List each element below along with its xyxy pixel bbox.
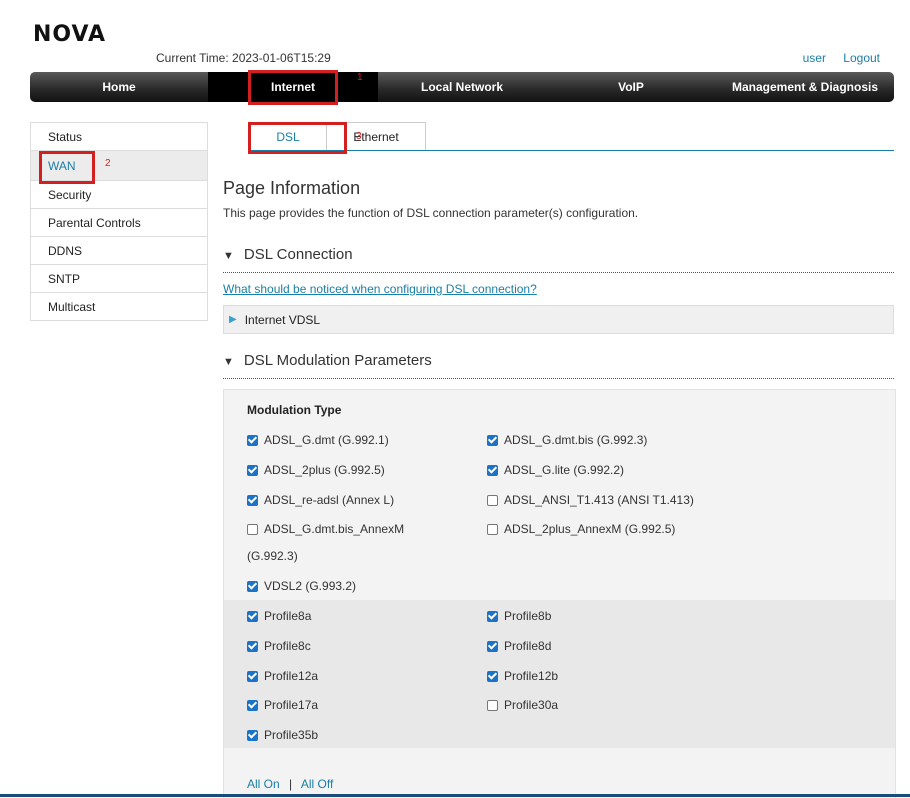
modulation-section[interactable]: ▼ DSL Modulation Parameters (223, 352, 894, 379)
all-off-link[interactable]: All Off (301, 777, 333, 791)
checkbox[interactable] (487, 523, 498, 535)
profile-label: Profile12a (264, 669, 319, 683)
dsl-help-link[interactable]: What should be noticed when configuring … (223, 282, 537, 296)
checkbox[interactable] (247, 494, 258, 506)
checkbox[interactable] (487, 494, 498, 506)
profile-item: Profile8a (247, 609, 311, 623)
page-description: This page provides the function of DSL c… (223, 206, 639, 220)
mod-type-label: ADSL_ANSI_T1.413 (ANSI T1.413) (504, 493, 694, 507)
main-nav: Home Internet Local Network VoIP Managem… (30, 72, 894, 102)
sidebar-item-security[interactable]: Security (31, 181, 207, 209)
mod-type-item: ADSL_2plus_AnnexM (G.992.5) (487, 522, 675, 536)
mod-type-item: ADSL_re-adsl (Annex L) (247, 493, 394, 507)
sidebar-item-ddns[interactable]: DDNS (31, 237, 207, 265)
profile-item: Profile17a (247, 698, 318, 712)
nav-home[interactable]: Home (30, 72, 208, 102)
profile-label: Profile17a (264, 698, 319, 712)
mod-type-item: VDSL2 (G.993.2) (247, 579, 356, 593)
profile-label: Profile8a (264, 609, 312, 623)
expand-triangle-icon: ▶ (229, 314, 237, 325)
checkbox[interactable] (487, 699, 498, 711)
sidebar-item-status[interactable]: Status (31, 123, 207, 151)
checkbox[interactable] (247, 434, 258, 446)
mod-type-label: ADSL_2plus (G.992.5) (264, 463, 385, 477)
annotation-number-1: 1 (357, 72, 363, 83)
mod-type-item: ADSL_G.dmt.bis (G.992.3) (487, 433, 647, 447)
mod-type-label: ADSL_re-adsl (Annex L) (264, 493, 395, 507)
mod-type-label: ADSL_G.dmt.bis (G.992.3) (504, 433, 648, 447)
mod-type-label: ADSL_G.dmt.bis_AnnexM (264, 522, 405, 536)
checkbox[interactable] (487, 434, 498, 446)
mod-type-label-cont: (G.992.3) (247, 549, 298, 563)
mod-type-item: ADSL_ANSI_T1.413 (ANSI T1.413) (487, 493, 694, 507)
checkbox[interactable] (487, 610, 498, 622)
page-title: Page Information (223, 178, 361, 198)
checkbox[interactable] (247, 640, 258, 652)
profile-item: Profile12b (487, 669, 558, 683)
logout-link[interactable]: Logout (843, 51, 880, 65)
profile-item: Profile35b (247, 728, 318, 742)
checkbox[interactable] (247, 729, 258, 741)
modulation-heading: DSL Modulation Parameters (243, 352, 432, 369)
user-link[interactable]: user (803, 51, 826, 65)
mod-type-item: ADSL_2plus (G.992.5) (247, 463, 385, 477)
all-toggle-links: All On | All Off (247, 777, 333, 791)
profile-label: Profile30a (504, 698, 559, 712)
checkbox[interactable] (487, 640, 498, 652)
annotation-box-internet (248, 70, 338, 105)
annotation-box-wan (39, 151, 95, 184)
mod-type-item: ADSL_G.dmt.bis_AnnexM (247, 522, 404, 536)
checkbox[interactable] (247, 523, 258, 535)
mod-type-label: ADSL_2plus_AnnexM (G.992.5) (504, 522, 676, 536)
annotation-number-2: 2 (105, 158, 111, 169)
mod-type-item: ADSL_G.lite (G.992.2) (487, 463, 624, 477)
modulation-panel (223, 389, 896, 798)
dsl-connection-heading: DSL Connection (243, 246, 353, 263)
nav-management-diagnosis[interactable]: Management & Diagnosis (716, 72, 894, 102)
mod-type-label: ADSL_G.dmt (G.992.1) (264, 433, 389, 447)
sidebar-item-parental-controls[interactable]: Parental Controls (31, 209, 207, 237)
nav-local-network[interactable]: Local Network (378, 72, 546, 102)
nav-voip[interactable]: VoIP (546, 72, 716, 102)
profile-item: Profile8d (487, 639, 551, 653)
profile-label: Profile12b (504, 669, 559, 683)
profile-item: Profile12a (247, 669, 318, 683)
mod-type-label: VDSL2 (G.993.2) (264, 579, 357, 593)
link-separator: | (289, 777, 293, 791)
mod-type-item: ADSL_G.dmt (G.992.1) (247, 433, 389, 447)
checkbox[interactable] (487, 464, 498, 476)
mod-type-label: ADSL_G.lite (G.992.2) (504, 463, 625, 477)
collapse-triangle-icon: ▼ (223, 356, 234, 368)
profiles-band (224, 600, 895, 748)
profile-item: Profile8c (247, 639, 311, 653)
collapse-triangle-icon: ▼ (223, 250, 234, 262)
current-time: Current Time: 2023-01-06T15:29 (156, 51, 331, 65)
modulation-type-label: Modulation Type (247, 403, 342, 417)
checkbox[interactable] (487, 670, 498, 682)
profile-label: Profile8b (504, 609, 552, 623)
nova-logo: NOVA (33, 22, 107, 47)
dsl-connection-section[interactable]: ▼ DSL Connection (223, 246, 894, 273)
profile-label: Profile35b (264, 728, 319, 742)
checkbox[interactable] (247, 670, 258, 682)
sidebar-item-sntp[interactable]: SNTP (31, 265, 207, 293)
checkbox[interactable] (247, 580, 258, 592)
profile-item: Profile30a (487, 698, 558, 712)
checkbox[interactable] (247, 610, 258, 622)
all-on-link[interactable]: All On (247, 777, 280, 791)
top-links: user Logout (789, 51, 880, 65)
internet-vdsl-row[interactable]: ▶ Internet VDSL (223, 305, 894, 334)
annotation-number-3: 3 (356, 131, 362, 142)
internet-vdsl-label: Internet VDSL (244, 312, 321, 327)
checkbox[interactable] (247, 464, 258, 476)
sidebar-item-multicast[interactable]: Multicast (31, 293, 207, 320)
profile-label: Profile8d (504, 639, 552, 653)
profile-item: Profile8b (487, 609, 551, 623)
profile-label: Profile8c (264, 639, 311, 653)
checkbox[interactable] (247, 699, 258, 711)
annotation-box-dsl (248, 122, 347, 154)
